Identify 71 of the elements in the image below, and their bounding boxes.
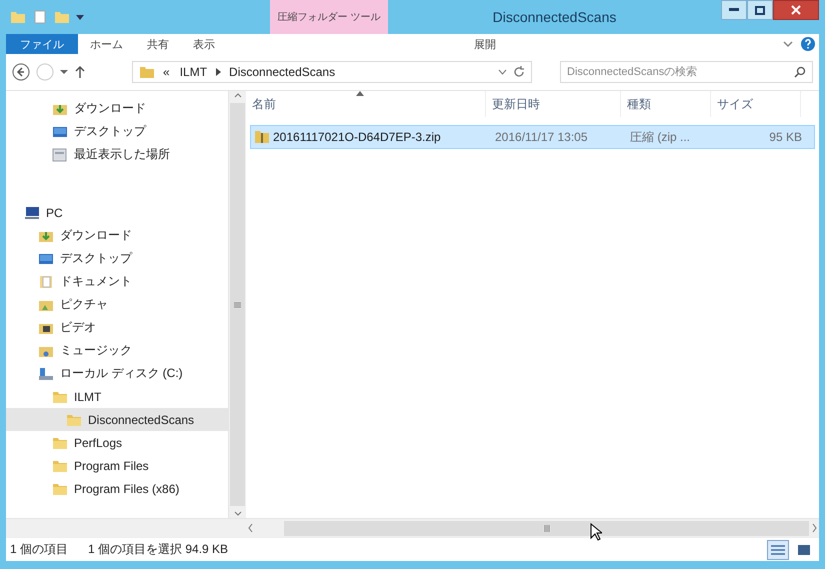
search-icon[interactable] <box>794 66 806 78</box>
column-header[interactable]: サイズ <box>711 91 801 117</box>
ribbon-tab[interactable]: ホーム <box>78 34 135 54</box>
column-header[interactable]: 種類 <box>621 91 711 117</box>
minimize-icon <box>729 8 739 12</box>
table-cell: 20161117021O-D64D7EP-3.zip <box>273 130 441 144</box>
refresh-icon[interactable] <box>513 66 525 78</box>
documents-icon <box>38 274 54 290</box>
recent-places-icon <box>52 146 68 162</box>
minimize-button[interactable] <box>721 0 747 20</box>
address-bar[interactable]: « ILMT DisconnectedScans <box>132 61 532 83</box>
table-cell: 圧縮 (zip ... <box>630 128 690 146</box>
scroll-right-icon[interactable] <box>811 523 819 533</box>
file-row[interactable]: 20161117021O-D64D7EP-3.zip 2016/11/17 13:05 圧縮 (zip ... 95 KB <box>250 125 815 149</box>
nav-item[interactable]: ダウンロード <box>6 97 228 120</box>
vertical-scrollbar[interactable] <box>228 91 246 518</box>
details-view-button[interactable] <box>767 540 789 560</box>
horizontal-scrollbar[interactable] <box>6 518 819 537</box>
breadcrumb[interactable]: ILMT <box>178 65 210 79</box>
computer-icon <box>24 204 40 220</box>
large-icons-view-icon <box>797 544 811 556</box>
scroll-thumb[interactable] <box>230 103 245 506</box>
nav-item[interactable]: ILMT <box>6 385 228 408</box>
caret-icon[interactable] <box>76 13 84 21</box>
ribbon-tab[interactable]: 表示 <box>181 34 227 54</box>
column-header[interactable]: 名前 <box>246 91 486 117</box>
caret-icon[interactable] <box>60 69 68 75</box>
maximize-icon <box>755 6 765 14</box>
dropdown-icon[interactable] <box>498 69 507 75</box>
close-icon <box>791 5 801 15</box>
selection-info: 1 個の項目を選択 94.9 KB <box>88 541 228 558</box>
scroll-thumb[interactable] <box>284 520 809 536</box>
nav-item[interactable]: ビデオ <box>6 316 228 339</box>
nav-item[interactable]: Program Files (x86) <box>6 477 228 500</box>
nav-item[interactable]: ドキュメント <box>6 270 228 293</box>
breadcrumb[interactable]: DisconnectedScans <box>227 65 338 79</box>
search-field[interactable]: DisconnectedScansの検索 <box>560 61 813 83</box>
nav-item[interactable]: デスクトップ <box>6 247 228 270</box>
chevron-icon[interactable] <box>215 68 222 76</box>
back-button[interactable] <box>12 63 30 81</box>
expand-ribbon-icon[interactable] <box>783 40 793 48</box>
help-icon[interactable] <box>801 37 815 51</box>
table-cell: 2016/11/17 13:05 <box>495 130 588 144</box>
nav-item[interactable]: PerfLogs <box>6 431 228 454</box>
nav-item[interactable]: PC <box>6 201 228 224</box>
window-title: DisconnectedScans <box>492 8 618 27</box>
context-tab-header: 圧縮フォルダー ツール <box>270 0 388 34</box>
details-view-icon <box>771 544 785 556</box>
table-cell: 95 KB <box>769 130 802 144</box>
overflow-crumb[interactable]: « <box>161 65 172 79</box>
nav-item[interactable]: ミュージック <box>6 339 228 362</box>
drive-icon <box>38 366 54 382</box>
scroll-left-icon[interactable] <box>246 523 254 533</box>
file-tab[interactable]: ファイル <box>6 34 78 54</box>
nav-item[interactable]: ローカル ディスク (C:) <box>6 362 228 385</box>
column-header[interactable]: 更新日時 <box>486 91 621 117</box>
nav-item[interactable]: ピクチャ <box>6 293 228 316</box>
nav-item[interactable]: 最近表示した場所 <box>6 143 228 166</box>
close-button[interactable] <box>773 0 819 20</box>
nav-item[interactable]: デスクトップ <box>6 120 228 143</box>
sort-arrow-icon <box>356 91 364 96</box>
nav-item[interactable]: DisconnectedScans <box>6 408 228 431</box>
nav-item[interactable]: ダウンロード <box>6 224 228 247</box>
up-button[interactable] <box>74 65 86 79</box>
folder-icon <box>139 64 155 80</box>
zip-folder-icon <box>255 129 269 145</box>
maximize-button[interactable] <box>747 0 773 20</box>
nav-item[interactable]: Program Files <box>6 454 228 477</box>
ribbon-tab[interactable]: 共有 <box>135 34 181 54</box>
item-count: 1 個の項目 <box>10 541 68 558</box>
ribbon-tab[interactable]: 展開 <box>428 34 542 54</box>
